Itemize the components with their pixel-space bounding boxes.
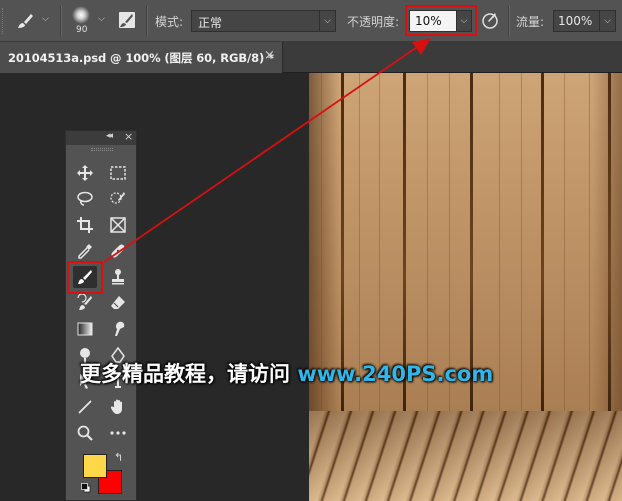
panel-grip[interactable] [91,148,113,151]
opacity-highlight-box [405,5,477,36]
brush-tool-highlight-box [67,261,103,294]
brush-settings-toggle[interactable] [117,10,139,32]
document-tab-bar: 20104513a.psd @ 100% (图层 60, RGB/8) * × [0,42,622,73]
flow-label: 流量: [516,15,545,29]
brush-tip-preview [72,6,90,24]
brush-size-picker[interactable]: 90 ⌵ [68,4,110,38]
document-tab-title: 20104513a.psd @ 100% (图层 60, RGB/8) * [8,51,274,65]
pressure-opacity-button[interactable] [480,10,502,32]
history-brush-tool-icon[interactable] [73,292,97,314]
smudge-tool-icon[interactable] [106,318,130,340]
mode-value: 正常 [198,16,223,30]
document-tab[interactable]: 20104513a.psd @ 100% (图层 60, RGB/8) * × [0,42,283,73]
brush-preset-icon [18,14,33,28]
more-tools-icon[interactable] [106,422,130,444]
gradient-tool-icon[interactable] [73,318,97,340]
clone-stamp-tool-icon[interactable] [106,266,130,288]
brush-panel-icon [119,12,135,28]
watermark-url: www.240PS.com [297,362,494,386]
mode-dropdown[interactable]: 正常 ⌵ [191,10,336,32]
flow-value: 100% [558,14,593,28]
swap-colors-icon[interactable]: ↰ [114,451,123,464]
pressure-pen-icon [482,13,498,29]
move-tool-icon[interactable] [73,162,97,184]
hand-tool-icon[interactable] [106,396,130,418]
chevron-down-icon: ⌵ [42,14,49,24]
lasso-tool-icon[interactable] [73,188,97,210]
foreground-color-swatch[interactable] [83,454,107,478]
tools-panel-header[interactable]: ◂◂ × [66,130,136,145]
healing-brush-tool-icon[interactable] [106,240,130,262]
crop-tool-icon[interactable] [73,214,97,236]
default-colors-icon[interactable] [81,483,91,493]
eraser-tool-icon[interactable] [106,292,130,314]
watermark-label: 更多精品教程，请访问 [80,362,298,386]
flow-field[interactable]: 100% ⌵ [553,10,616,32]
line-tool-icon[interactable] [73,396,97,418]
watermark-text: 更多精品教程，请访问 www.240PS.com [80,358,493,388]
opacity-label: 不透明度: [347,15,400,29]
tools-panel: ◂◂ × ↰ [65,130,137,501]
marquee-tool-icon[interactable] [106,162,130,184]
brush-size-value: 90 [76,25,88,35]
close-icon[interactable]: × [124,130,133,143]
chevron-down-icon[interactable]: ⌵ [599,11,615,31]
options-bar-grip[interactable] [2,8,6,34]
options-bar: ⌵ 90 ⌵ 模式: 正常 ⌵ 不透明度: 10% ⌵ 流量: 100% ⌵ [0,0,622,42]
collapse-panel-icon[interactable]: ◂◂ [106,131,113,141]
document-canvas-image[interactable] [309,73,622,501]
frame-tool-icon[interactable] [106,214,130,236]
zoom-tool-icon[interactable] [73,422,97,444]
tool-preset-picker[interactable]: ⌵ [14,10,50,32]
eyedropper-tool-icon[interactable] [73,240,97,262]
quick-selection-tool-icon[interactable] [106,188,130,210]
chevron-down-icon: ⌵ [98,14,105,24]
mode-label: 模式: [155,15,184,29]
chevron-down-icon: ⌵ [319,11,335,31]
close-icon[interactable]: × [264,48,275,63]
